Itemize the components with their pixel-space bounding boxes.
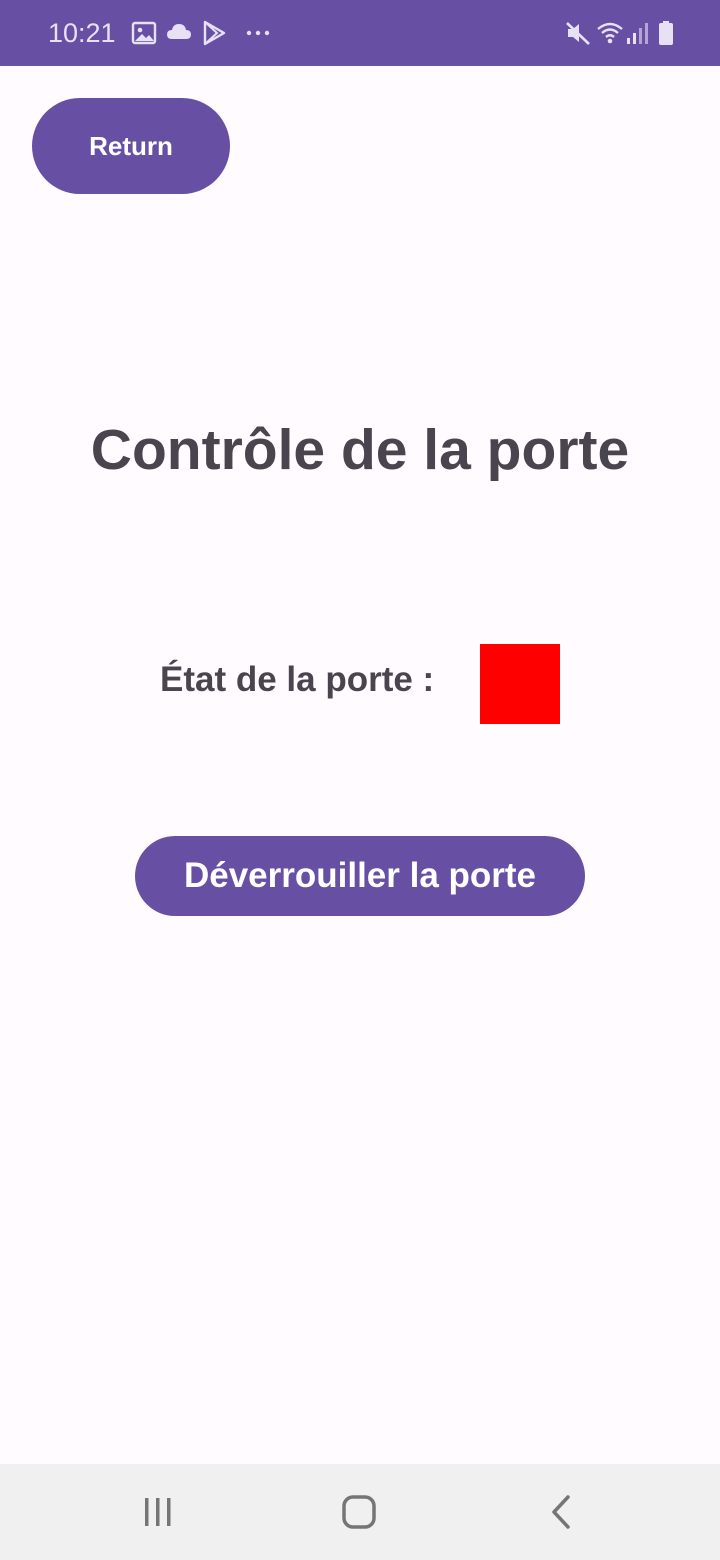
back-icon[interactable]: [537, 1488, 585, 1536]
gallery-icon: [130, 19, 158, 47]
status-bar: 10:21: [0, 0, 720, 66]
mute-icon: [564, 19, 592, 47]
status-time: 10:21: [48, 18, 116, 48]
play-store-icon: [200, 19, 228, 47]
battery-icon: [652, 19, 680, 47]
return-button[interactable]: Return: [32, 98, 230, 194]
home-icon[interactable]: [335, 1488, 383, 1536]
navigation-bar: [0, 1464, 720, 1560]
door-state-label: État de la porte :: [160, 660, 435, 699]
more-dots-icon: [245, 19, 273, 47]
door-state-indicator: [480, 644, 560, 724]
recent-apps-icon[interactable]: [134, 1488, 182, 1536]
wifi-icon: [596, 19, 624, 47]
unlock-door-button[interactable]: Déverrouiller la porte: [135, 836, 585, 916]
cloud-icon: [165, 19, 193, 47]
signal-icon: [624, 19, 652, 47]
page-title: Contrôle de la porte: [90, 418, 630, 482]
